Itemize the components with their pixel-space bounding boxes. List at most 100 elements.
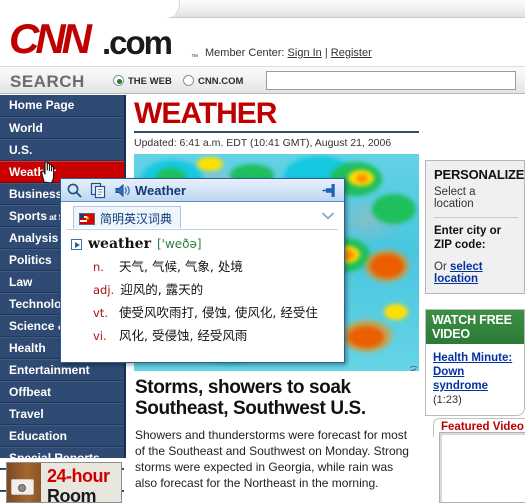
sidebar-item-label: Business — [9, 187, 63, 201]
definition-row: adj. 迎风的, 露天的 — [71, 279, 344, 298]
definition-text: 风化, 受侵蚀, 经受风雨 — [119, 328, 248, 343]
ad-line-2: Room — [47, 486, 97, 503]
dictionary-tabbar: ★ 简明英汉词典 — [67, 206, 338, 230]
map-precip-blob — [356, 174, 368, 183]
expand-icon[interactable] — [71, 238, 82, 250]
sidebar-item-u-s[interactable]: U.S. — [0, 139, 124, 161]
watch-free-video-box: WATCH FREE VIDEO Health Minute: Down syn… — [425, 309, 525, 416]
map-precip-blob — [384, 304, 408, 320]
story-headline[interactable]: Storms, showers to soak Southeast, South… — [135, 377, 413, 419]
map-credit: (NOAA) — [409, 365, 418, 371]
right-column: PERSONALIZE Select a location Enter city… — [425, 160, 525, 437]
ad-line-1: 24-hour — [47, 466, 110, 486]
dictionary-entry: weather ['weðə] n. 天气, 气候, 气象, 处境 adj. 迎风的,… — [61, 230, 344, 344]
personalize-panel: PERSONALIZE Select a location Enter city… — [425, 160, 525, 294]
chevron-down-icon[interactable] — [322, 211, 334, 220]
sidebar-item-offbeat[interactable]: Offbeat — [0, 381, 124, 403]
search-input[interactable] — [266, 71, 516, 90]
browser-page: CNN .com ™ Member Center: Sign In | Regi… — [0, 0, 525, 503]
updated-timestamp: Updated: 6:41 a.m. EDT (10:41 GMT), Augu… — [134, 137, 392, 149]
search-icon[interactable] — [66, 182, 83, 199]
phonetic: ['weðə] — [156, 237, 202, 251]
ad-knob-icon — [18, 484, 26, 492]
sidebar-item-label: Home Page — [9, 98, 75, 112]
video-link[interactable]: Health Minute: Down syndrome — [433, 351, 518, 393]
pin-icon[interactable] — [322, 183, 338, 198]
radio-cnn-com-dot[interactable] — [183, 75, 194, 86]
definition-list: n. 天气, 气候, 气象, 处境 adj. 迎风的, 露天的 vt. 使受风吹雨打, 侵… — [71, 256, 344, 344]
sidebar-item-home-page[interactable]: Home Page — [0, 95, 124, 117]
zip-field-label: Enter city or ZIP code: — [434, 225, 502, 251]
definition-text: 使受风吹雨打, 侵蚀, 使风化, 经受住 — [119, 305, 318, 320]
map-precip-blob — [365, 250, 409, 282]
search-label: SEARCH — [10, 72, 85, 91]
dictionary-titlebar[interactable]: Weather — [61, 179, 344, 202]
dictionary-toolbar — [66, 182, 131, 199]
member-center-label: Member Center: — [205, 47, 285, 59]
radio-cnn-com[interactable]: CNN.COM — [183, 75, 243, 87]
definition-row: n. 天气, 气候, 气象, 处境 — [71, 256, 344, 275]
sidebar-item-label: Travel — [9, 407, 44, 421]
sidebar-item-label: Sports — [9, 209, 48, 223]
sidebar-item-travel[interactable]: Travel — [0, 403, 124, 425]
cnn-logo[interactable]: CNN .com ™ — [9, 15, 209, 62]
sidebar-item-world[interactable]: World — [0, 117, 124, 139]
member-center: Member Center: Sign In | Register — [205, 47, 372, 59]
map-precip-blob — [372, 194, 416, 224]
headword-row: weather ['weðə] — [71, 236, 344, 252]
map-precip-blob — [342, 320, 392, 352]
speaker-icon[interactable] — [114, 182, 131, 199]
sidebar-item-label: Analysis — [9, 231, 59, 245]
definition-row: vt. 使受风吹雨打, 侵蚀, 使风化, 经受住 — [71, 302, 344, 321]
part-of-speech: vt. — [93, 306, 108, 320]
headword: weather — [88, 236, 151, 252]
definition-text: 天气, 气候, 气象, 处境 — [119, 259, 243, 274]
dictionary-tab-label: 简明英汉词典 — [100, 212, 173, 226]
right-bottom-panel — [439, 432, 525, 503]
page-title: WEATHER — [134, 97, 277, 130]
sidebar-item-education[interactable]: Education — [0, 425, 124, 447]
panel-divider — [434, 217, 518, 218]
dictionary-title-text: Weather — [135, 183, 187, 198]
video-box-body: Health Minute: Down syndrome (1:23) — [426, 344, 524, 415]
lead-story: Storms, showers to soak Southeast, South… — [131, 371, 421, 491]
radio-the-web[interactable]: THE WEB — [113, 75, 172, 87]
part-of-speech: n. — [93, 260, 104, 274]
sidebar-item-label: Politics — [9, 253, 52, 267]
radio-cnn-com-label: CNN.COM — [198, 76, 244, 87]
sidebar-item-label: Entertainment — [9, 363, 90, 377]
left-ad-banner[interactable]: 24-hour Room — [6, 462, 122, 503]
personalize-subtitle: Select a location — [434, 186, 476, 210]
video-box-header: WATCH FREE VIDEO — [426, 310, 524, 344]
or-label: Or — [434, 261, 447, 273]
definition-row: vi. 风化, 受侵蚀, 经受风雨 — [71, 325, 344, 344]
personalize-title: PERSONALIZE — [434, 167, 525, 182]
sidebar-item-label: U.S. — [9, 143, 33, 157]
search-bar: SEARCH THE WEB CNN.COM — [0, 66, 525, 94]
video-duration: (1:23) — [433, 394, 462, 406]
part-of-speech: vi. — [93, 329, 107, 343]
sidebar-item-label: World — [9, 121, 43, 135]
dictionary-popup[interactable]: Weather ★ 简明英汉词典 weather ['weðə] n. 天气, … — [60, 178, 345, 363]
copy-icon[interactable] — [90, 182, 107, 199]
logo-com-text: .com — [102, 24, 173, 61]
definition-text: 迎风的, 露天的 — [120, 282, 204, 297]
logo-cnn-text: CNN — [9, 15, 92, 62]
map-precip-blob — [197, 157, 223, 171]
radio-the-web-label: THE WEB — [128, 76, 172, 87]
member-separator: | — [324, 47, 328, 59]
part-of-speech: adj. — [93, 283, 115, 297]
register-link[interactable]: Register — [331, 47, 372, 59]
sign-in-link[interactable]: Sign In — [288, 47, 322, 59]
story-body: Showers and thunderstorms were forecast … — [135, 428, 409, 490]
tab-dictionary-source[interactable]: ★ 简明英汉词典 — [73, 206, 182, 229]
logo-trademark: ™ — [191, 54, 198, 61]
select-location-row: Or select location — [434, 261, 518, 285]
sidebar-item-label: Education — [9, 429, 68, 443]
sidebar-item-label: Health — [9, 341, 46, 355]
sidebar-item-label: Offbeat — [9, 385, 51, 399]
radio-the-web-dot[interactable] — [113, 75, 124, 86]
sidebar-item-label: Law — [9, 275, 33, 289]
us-cn-flag-icon: ★ — [79, 212, 95, 225]
sidebar-item-label: Weather — [9, 165, 57, 179]
